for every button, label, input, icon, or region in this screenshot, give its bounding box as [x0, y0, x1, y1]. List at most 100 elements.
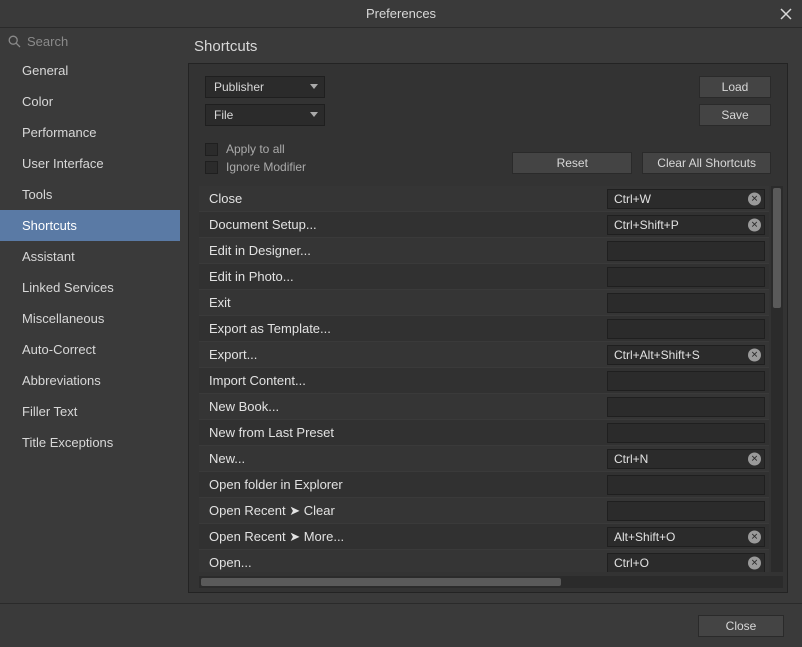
shortcut-input-wrap	[607, 371, 765, 391]
shortcut-input-wrap	[607, 267, 765, 287]
shortcut-row: Export as Template...	[199, 316, 769, 342]
clear-shortcut-icon[interactable]: ✕	[748, 530, 761, 543]
sidebar-item-linked-services[interactable]: Linked Services	[0, 272, 180, 303]
command-name: Document Setup...	[199, 217, 599, 232]
search-input[interactable]	[27, 34, 203, 49]
command-name: Edit in Photo...	[199, 269, 599, 284]
sidebar-item-assistant[interactable]: Assistant	[0, 241, 180, 272]
clear-shortcut-icon[interactable]: ✕	[748, 556, 761, 569]
shortcut-input[interactable]	[607, 189, 765, 209]
command-name: New Book...	[199, 399, 599, 414]
shortcut-row: Exit	[199, 290, 769, 316]
shortcut-input[interactable]	[607, 293, 765, 313]
shortcut-row: Edit in Photo...	[199, 264, 769, 290]
sidebar-item-label: Linked Services	[22, 280, 114, 295]
command-name: Open Recent ➤ More...	[199, 529, 599, 545]
shortcut-input-wrap: ✕	[607, 345, 765, 365]
footer: Close	[0, 603, 802, 647]
shortcut-input-wrap	[607, 293, 765, 313]
shortcut-input[interactable]	[607, 267, 765, 287]
close-icon[interactable]	[776, 4, 796, 24]
ignore-modifier-checkbox[interactable]	[205, 161, 218, 174]
window-title: Preferences	[366, 6, 436, 21]
shortcuts-panel: Publisher Load File	[188, 63, 788, 593]
horizontal-scrollbar[interactable]	[199, 576, 783, 588]
clear-shortcut-icon[interactable]: ✕	[748, 348, 761, 361]
clear-all-button[interactable]: Clear All Shortcuts	[642, 152, 771, 174]
shortcut-input[interactable]	[607, 345, 765, 365]
command-name: Open...	[199, 555, 599, 570]
sidebar-item-label: User Interface	[22, 156, 104, 171]
sidebar-item-filler-text[interactable]: Filler Text	[0, 396, 180, 427]
sidebar-item-label: Title Exceptions	[22, 435, 113, 450]
shortcut-input[interactable]	[607, 371, 765, 391]
sidebar-item-label: Auto-Correct	[22, 342, 96, 357]
command-name: Edit in Designer...	[199, 243, 599, 258]
sidebar-item-label: Tools	[22, 187, 52, 202]
sidebar-item-label: Filler Text	[22, 404, 77, 419]
shortcut-input[interactable]	[607, 215, 765, 235]
clear-shortcut-icon[interactable]: ✕	[748, 452, 761, 465]
apply-all-checkbox[interactable]	[205, 143, 218, 156]
app-dropdown[interactable]: Publisher	[205, 76, 325, 98]
shortcut-input-wrap: ✕	[607, 527, 765, 547]
shortcut-input-wrap	[607, 475, 765, 495]
shortcut-row: Open Recent ➤ More... ✕	[199, 524, 769, 550]
sidebar-item-label: General	[22, 63, 68, 78]
shortcut-input-wrap	[607, 501, 765, 521]
clear-shortcut-icon[interactable]: ✕	[748, 192, 761, 205]
shortcut-row: Edit in Designer...	[199, 238, 769, 264]
scrollbar-thumb[interactable]	[773, 188, 781, 308]
shortcut-input[interactable]	[607, 449, 765, 469]
sidebar-item-label: Color	[22, 94, 53, 109]
sidebar-item-performance[interactable]: Performance	[0, 117, 180, 148]
sidebar-item-general[interactable]: General	[0, 55, 180, 86]
shortcut-row: Import Content...	[199, 368, 769, 394]
shortcut-input[interactable]	[607, 319, 765, 339]
page-title: Shortcuts	[180, 28, 802, 63]
command-name: Export as Template...	[199, 321, 599, 336]
shortcut-input-wrap: ✕	[607, 189, 765, 209]
save-button[interactable]: Save	[699, 104, 771, 126]
clear-shortcut-icon[interactable]: ✕	[748, 218, 761, 231]
shortcut-input-wrap	[607, 397, 765, 417]
shortcut-input[interactable]	[607, 501, 765, 521]
shortcut-row: New Book...	[199, 394, 769, 420]
shortcut-input[interactable]	[607, 397, 765, 417]
sidebar-item-tools[interactable]: Tools	[0, 179, 180, 210]
command-name: Close	[199, 191, 599, 206]
close-button[interactable]: Close	[698, 615, 784, 637]
search-wrap	[0, 28, 180, 55]
chevron-down-icon	[310, 112, 318, 118]
apply-all-label: Apply to all	[226, 142, 285, 156]
shortcut-input[interactable]	[607, 553, 765, 573]
sidebar-item-label: Shortcuts	[22, 218, 77, 233]
category-dropdown[interactable]: File	[205, 104, 325, 126]
shortcut-input-wrap	[607, 241, 765, 261]
sidebar-item-user-interface[interactable]: User Interface	[0, 148, 180, 179]
app-dropdown-label: Publisher	[214, 80, 264, 94]
reset-button[interactable]: Reset	[512, 152, 632, 174]
sidebar-item-color[interactable]: Color	[0, 86, 180, 117]
sidebar-item-label: Miscellaneous	[22, 311, 104, 326]
shortcut-input[interactable]	[607, 475, 765, 495]
shortcut-input[interactable]	[607, 241, 765, 261]
shortcut-input-wrap: ✕	[607, 449, 765, 469]
shortcut-input[interactable]	[607, 423, 765, 443]
sidebar-item-title-exceptions[interactable]: Title Exceptions	[0, 427, 180, 458]
vertical-scrollbar[interactable]	[771, 186, 783, 572]
sidebar-item-miscellaneous[interactable]: Miscellaneous	[0, 303, 180, 334]
load-button[interactable]: Load	[699, 76, 771, 98]
sidebar-item-abbreviations[interactable]: Abbreviations	[0, 365, 180, 396]
command-name: Exit	[199, 295, 599, 310]
command-name: Open folder in Explorer	[199, 477, 599, 492]
command-name: New...	[199, 451, 599, 466]
sidebar-item-auto-correct[interactable]: Auto-Correct	[0, 334, 180, 365]
command-name: Import Content...	[199, 373, 599, 388]
sidebar-item-shortcuts[interactable]: Shortcuts	[0, 210, 180, 241]
shortcut-list: Close ✕ Document Setup... ✕ Edit in Designer…	[199, 186, 769, 572]
shortcut-row: Open Recent ➤ Clear	[199, 498, 769, 524]
shortcut-input[interactable]	[607, 527, 765, 547]
scrollbar-thumb[interactable]	[201, 578, 561, 586]
titlebar: Preferences	[0, 0, 802, 28]
